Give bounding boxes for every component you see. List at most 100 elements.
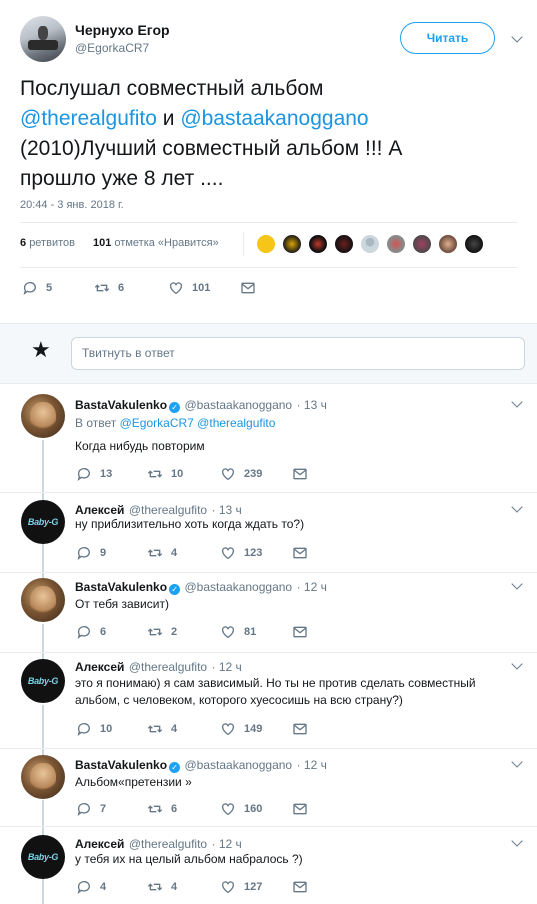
follow-button[interactable]: Читать xyxy=(400,22,495,54)
message-action[interactable] xyxy=(292,721,316,737)
reply-divider xyxy=(0,492,537,493)
retweet-count: 4 xyxy=(171,723,178,735)
retweet-action[interactable]: 6 xyxy=(147,801,177,817)
verified-icon: ✓ xyxy=(169,762,181,773)
avatar[interactable]: Baby-G xyxy=(21,659,65,703)
heart-icon xyxy=(222,468,234,481)
reply-author-handle[interactable]: @therealgufito xyxy=(129,503,207,517)
chevron-down-icon[interactable] xyxy=(511,396,523,408)
reply-time[interactable]: · 12 ч xyxy=(212,837,242,851)
reply-to-mention[interactable]: @therealgufito xyxy=(197,416,275,430)
avatar[interactable]: Baby-G xyxy=(21,835,65,879)
reply-action[interactable]: 10 xyxy=(76,721,112,737)
liker-avatar[interactable] xyxy=(282,234,302,254)
author-avatar[interactable] xyxy=(20,16,66,62)
liker-avatar[interactable] xyxy=(308,234,328,254)
heart-icon xyxy=(222,723,234,736)
like-action[interactable]: 101 xyxy=(168,280,210,296)
like-count: 239 xyxy=(244,468,263,480)
liker-avatar[interactable] xyxy=(386,234,406,254)
stats-divider-top xyxy=(20,222,517,223)
tweet-timestamp[interactable]: 20:44 - 3 янв. 2018 г. xyxy=(20,199,124,211)
reply-author-name[interactable]: Алексей xyxy=(75,837,124,851)
liker-avatar[interactable] xyxy=(360,234,380,254)
liker-avatar[interactable] xyxy=(412,234,432,254)
reply-action[interactable]: 9 xyxy=(76,545,106,561)
mention-therealgufito[interactable]: @therealgufito xyxy=(20,107,157,130)
like-action[interactable]: 81 xyxy=(220,624,256,640)
author-name[interactable]: Чернухо Егор xyxy=(75,22,170,38)
reply-time[interactable]: · 12 ч xyxy=(212,660,242,674)
like-action[interactable]: 239 xyxy=(220,466,262,482)
reply-time[interactable]: · 13 ч xyxy=(297,398,327,412)
reply-icon xyxy=(77,881,90,894)
message-action[interactable] xyxy=(240,280,264,296)
message-action[interactable] xyxy=(292,466,316,482)
retweet-action[interactable]: 4 xyxy=(147,879,177,895)
chevron-down-icon[interactable] xyxy=(511,31,523,43)
mention-bastaakanoggano[interactable]: @bastaakanoggano xyxy=(180,107,368,130)
reply-action[interactable]: 6 xyxy=(76,624,106,640)
tweet-text-line2: @therealgufito и @bastaakanoggano xyxy=(20,104,520,134)
reply-time[interactable]: · 12 ч xyxy=(297,580,327,594)
reply-to-mention[interactable]: @EgorkaCR7 xyxy=(120,416,194,430)
reply-action[interactable]: 7 xyxy=(76,801,106,817)
reply-author-handle[interactable]: @bastaakanoggano xyxy=(185,758,293,772)
reply-time[interactable]: · 13 ч xyxy=(212,503,242,517)
like-action[interactable]: 123 xyxy=(220,545,262,561)
message-action[interactable] xyxy=(292,879,316,895)
avatar[interactable] xyxy=(21,578,65,622)
message-action[interactable] xyxy=(292,545,316,561)
reply-author-name[interactable]: BastaVakulenko xyxy=(75,398,167,412)
retweet-icon xyxy=(147,470,163,478)
chevron-down-icon[interactable] xyxy=(511,501,523,513)
avatar[interactable] xyxy=(21,394,65,438)
reply-action[interactable]: 13 xyxy=(76,466,112,482)
retweet-action[interactable]: 10 xyxy=(147,466,183,482)
retweet-action[interactable]: 4 xyxy=(147,545,177,561)
chevron-down-icon[interactable] xyxy=(511,578,523,590)
retweet-icon xyxy=(147,628,163,636)
reply-action[interactable]: 4 xyxy=(76,879,106,895)
reply-divider xyxy=(0,652,537,653)
reply-author-name[interactable]: Алексей xyxy=(75,503,124,517)
reply-author-name[interactable]: Алексей xyxy=(75,660,124,674)
liker-avatar[interactable] xyxy=(464,234,484,254)
like-action[interactable]: 149 xyxy=(220,721,262,737)
chevron-down-icon[interactable] xyxy=(511,756,523,768)
reply-author-handle[interactable]: @bastaakanoggano xyxy=(185,580,293,594)
avatar[interactable]: Baby-G xyxy=(21,500,65,544)
like-count: 149 xyxy=(244,723,263,735)
reply-author-name[interactable]: BastaVakulenko xyxy=(75,758,167,772)
chevron-down-icon[interactable] xyxy=(511,658,523,670)
likes-stat[interactable]: 101 отметка «Нравится» xyxy=(93,237,219,249)
message-action[interactable] xyxy=(292,624,316,640)
message-action[interactable] xyxy=(292,801,316,817)
reply-author-handle[interactable]: @bastaakanoggano xyxy=(185,398,293,412)
reply-author-handle[interactable]: @therealgufito xyxy=(129,837,207,851)
retweet-action[interactable]: 2 xyxy=(147,624,177,640)
reply-action[interactable]: 5 xyxy=(22,280,52,296)
reply-author-name[interactable]: BastaVakulenko xyxy=(75,580,167,594)
liker-avatar[interactable] xyxy=(256,234,276,254)
reply-input[interactable]: Твитнуть в ответ xyxy=(71,337,525,370)
liker-avatar[interactable] xyxy=(438,234,458,254)
reply-icon xyxy=(77,626,90,639)
like-action[interactable]: 127 xyxy=(220,879,262,895)
liker-avatar[interactable] xyxy=(334,234,354,254)
like-action[interactable]: 160 xyxy=(220,801,262,817)
reply-icon xyxy=(77,547,90,560)
reply-text: у тебя их на целый альбом набралось ?) xyxy=(75,852,303,866)
avatar[interactable] xyxy=(21,755,65,799)
retweet-count: 10 xyxy=(171,468,184,480)
retweet-action[interactable]: 6 xyxy=(94,280,124,296)
verified-icon: ✓ xyxy=(169,584,181,595)
reply-author-handle[interactable]: @therealgufito xyxy=(129,660,207,674)
reply-icon xyxy=(77,468,90,481)
retweet-action[interactable]: 4 xyxy=(147,721,177,737)
author-handle[interactable]: @EgorkaCR7 xyxy=(75,41,149,55)
reply-time[interactable]: · 12 ч xyxy=(297,758,327,772)
retweets-stat[interactable]: 6 ретвитов xyxy=(20,237,75,249)
heart-icon xyxy=(222,881,234,894)
chevron-down-icon[interactable] xyxy=(511,835,523,847)
